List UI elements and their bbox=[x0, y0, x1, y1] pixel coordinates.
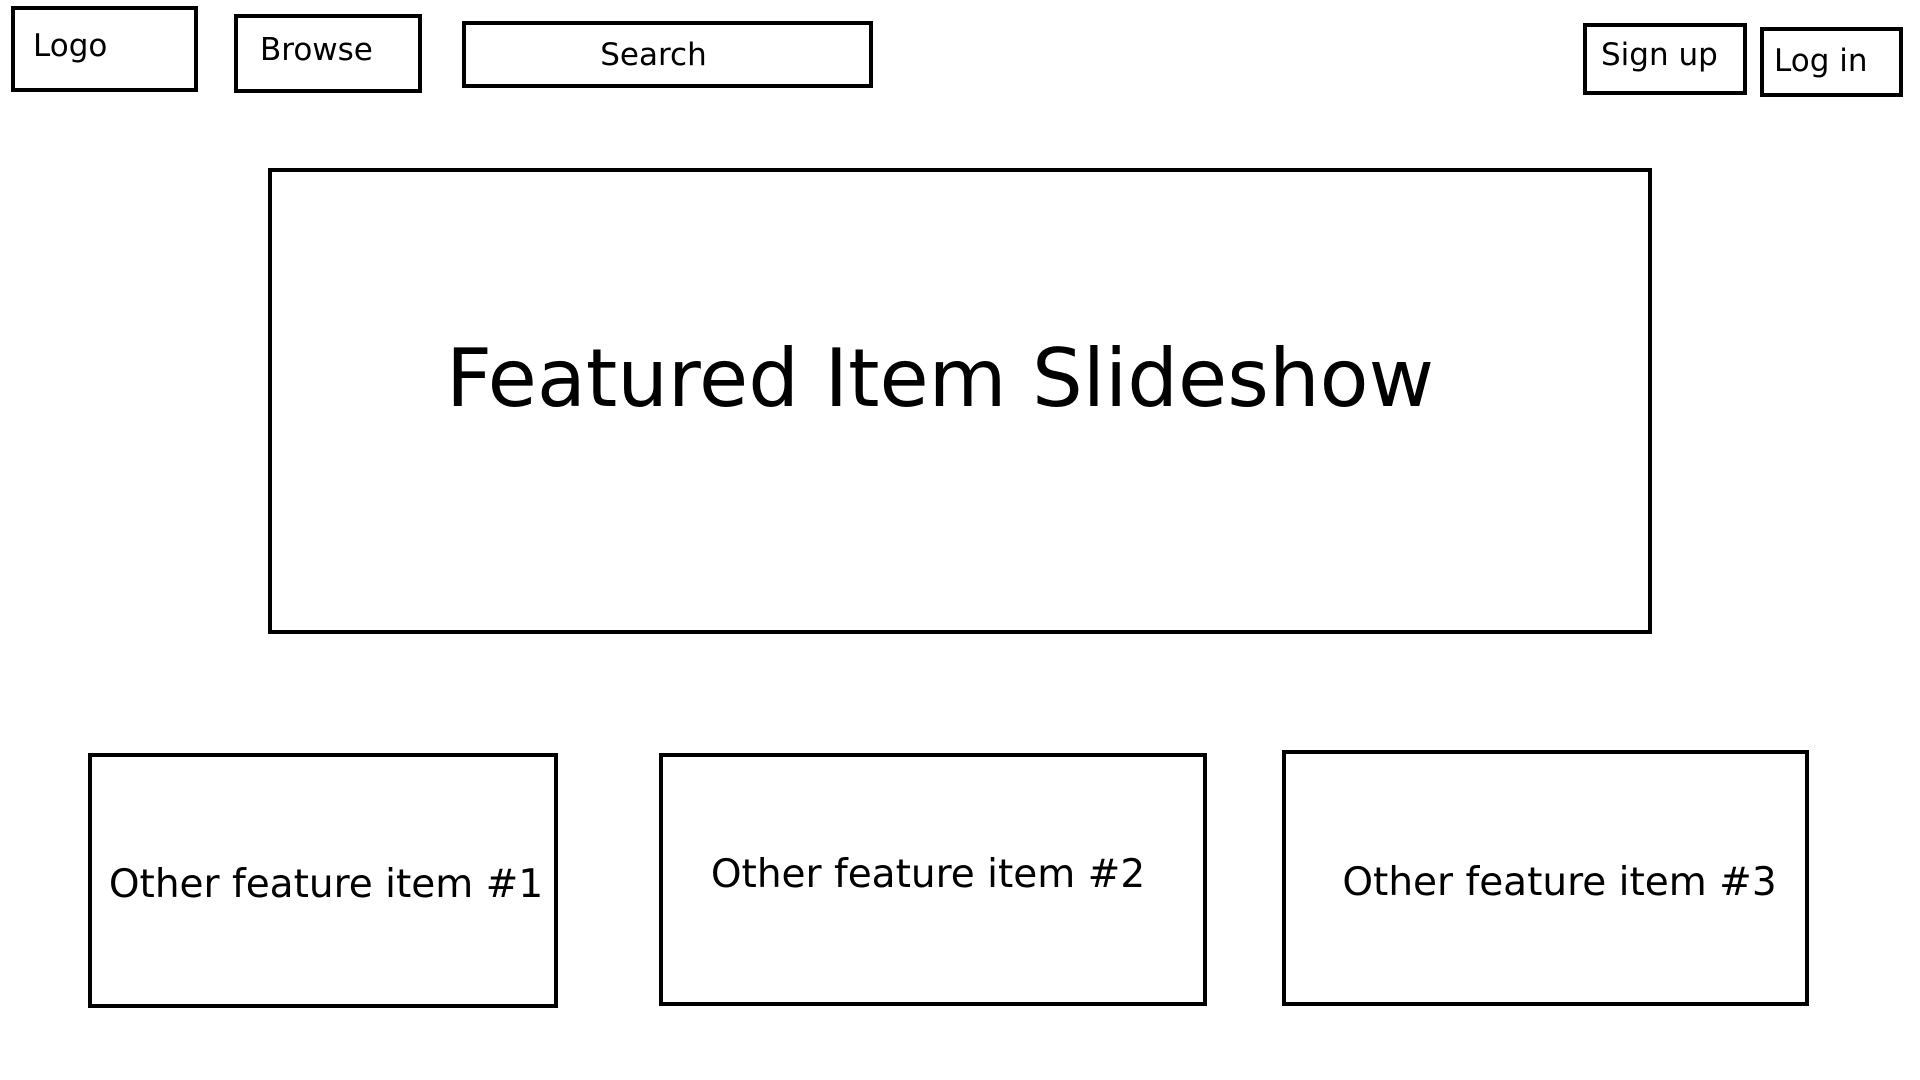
search-label: Search bbox=[600, 36, 707, 73]
browse-button[interactable]: Browse bbox=[234, 14, 422, 93]
feature-item-label: Other feature item #2 bbox=[710, 852, 1146, 897]
slideshow-title: Featured Item Slideshow bbox=[445, 332, 1435, 425]
log-in-button[interactable]: Log in bbox=[1760, 27, 1903, 97]
search-input[interactable]: Search bbox=[462, 21, 873, 88]
logo-placeholder[interactable]: Logo bbox=[11, 6, 198, 92]
logo-label: Logo bbox=[33, 28, 108, 64]
featured-item-slideshow[interactable]: Featured Item Slideshow bbox=[268, 168, 1652, 634]
feature-item-2[interactable]: Other feature item #2 bbox=[659, 753, 1207, 1006]
feature-item-3[interactable]: Other feature item #3 bbox=[1282, 750, 1809, 1006]
log-in-label: Log in bbox=[1774, 43, 1868, 79]
browse-label: Browse bbox=[260, 32, 373, 68]
sign-up-button[interactable]: Sign up bbox=[1583, 23, 1747, 95]
feature-item-1[interactable]: Other feature item #1 bbox=[88, 753, 558, 1008]
feature-item-label: Other feature item #3 bbox=[1342, 859, 1777, 905]
sign-up-label: Sign up bbox=[1601, 37, 1718, 73]
feature-item-label: Other feature item #1 bbox=[108, 862, 544, 907]
